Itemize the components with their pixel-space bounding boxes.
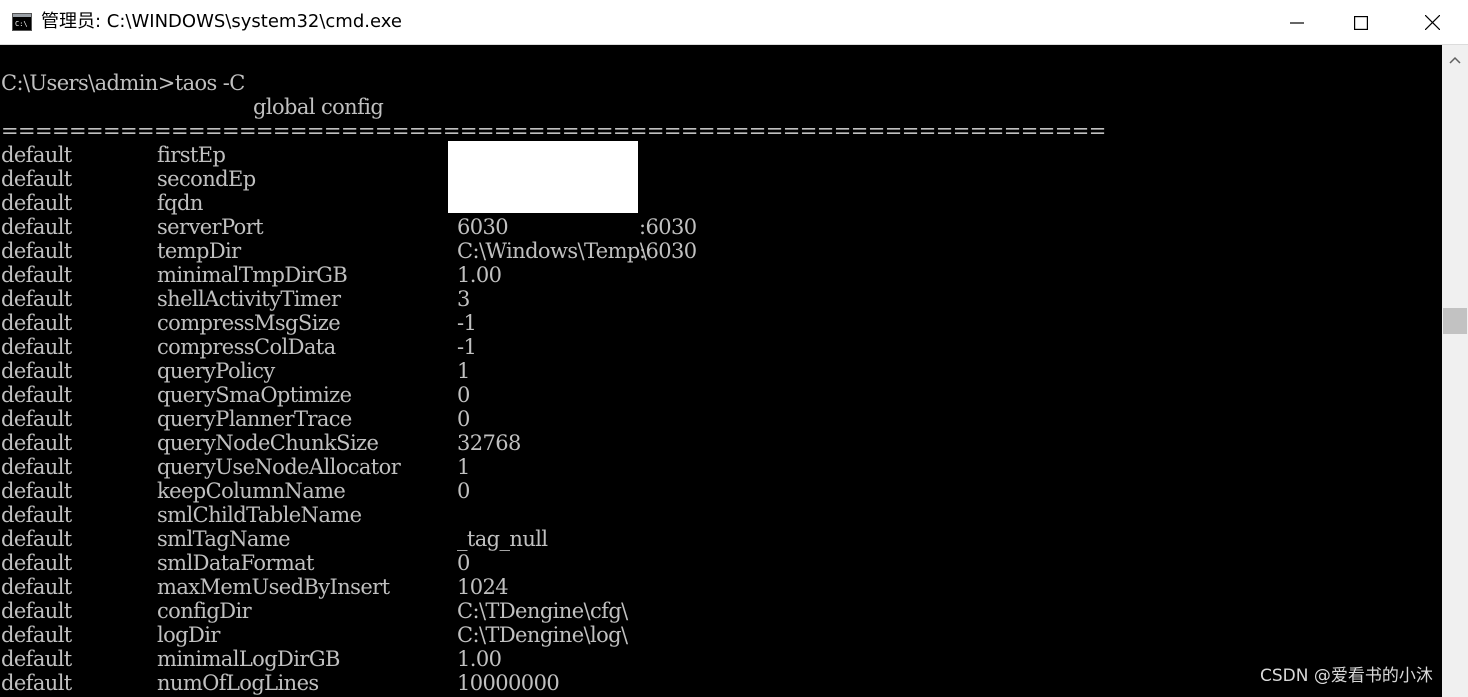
config-name: compressMsgSize [157,311,341,335]
close-icon [1424,15,1440,30]
config-source: default [1,263,72,287]
config-name: smlDataFormat [157,551,315,575]
config-value: 0 [457,479,470,503]
config-value: 10000000 [457,671,560,695]
config-source: default [1,455,72,479]
config-value: 1 [457,359,470,383]
config-value: 1.00 [457,647,502,671]
command-prompt-line: C:\Users\admin>taos -C [1,71,245,95]
window-title: 管理员: C:\WINDOWS\system32\cmd.exe [41,11,402,32]
config-source: default [1,239,72,263]
config-source: default [1,215,72,239]
config-name: smlTagName [157,527,291,551]
config-name: querySmaOptimize [157,383,352,407]
vertical-scrollbar[interactable] [1442,45,1468,697]
config-name: secondEp [157,167,256,191]
cmd-icon: C:\ [12,13,32,31]
config-value: 6030 [457,215,509,239]
config-source: default [1,623,72,647]
svg-text:C:\: C:\ [15,20,28,28]
config-value: 0 [457,551,470,575]
config-name: queryNodeChunkSize [157,431,379,455]
config-value: -1 [457,311,477,335]
scroll-up-button[interactable] [1442,45,1468,75]
scroll-thumb[interactable] [1443,308,1467,334]
config-value: :6030 [639,215,697,239]
config-value: 1024 [457,575,509,599]
config-value: 1.00 [457,263,502,287]
console-output[interactable]: C:\Users\admin>taos -C global config ===… [0,45,1442,697]
config-name: logDir [157,623,220,647]
config-source: default [1,503,72,527]
minimize-icon [1290,16,1304,30]
config-name: shellActivityTimer [157,287,341,311]
config-source: default [1,359,72,383]
config-name: firstEp [157,143,226,167]
config-value: 0 [457,407,470,431]
cmd-window: C:\ 管理员: C:\WINDOWS\system32\cmd.exe C:\… [0,0,1468,697]
maximize-button[interactable] [1326,0,1396,45]
config-name: smlChildTableName [157,503,362,527]
config-name: keepColumnName [157,479,346,503]
config-name: queryPolicy [157,359,275,383]
config-source: default [1,335,72,359]
watermark: CSDN @爱看书的小沐 [1260,666,1433,686]
config-name: compressColData [157,335,336,359]
config-source: default [1,287,72,311]
config-source: default [1,527,72,551]
config-row: default secondEp :6030 [1,167,697,263]
config-source: default [1,407,72,431]
config-source: default [1,191,72,215]
config-source: default [1,479,72,503]
scroll-up-arrow-icon [1449,51,1461,69]
redaction-box [448,141,638,213]
config-value: 32768 [457,431,521,455]
config-name: queryPlannerTrace [157,407,352,431]
config-name: fqdn [157,191,203,215]
config-source: default [1,647,72,671]
config-name: minimalTmpDirGB [157,263,348,287]
config-source: default [1,551,72,575]
config-name: tempDir [157,239,241,263]
config-value: 1 [457,455,470,479]
config-row: default firstEp :6030 [1,143,697,239]
close-button[interactable] [1397,0,1467,45]
config-source: default [1,671,72,695]
config-source: default [1,167,72,191]
config-source: default [1,575,72,599]
maximize-icon [1354,15,1368,30]
config-name: numOfLogLines [157,671,319,695]
config-source: default [1,599,72,623]
config-value: C:\TDengine\log\ [457,623,628,647]
config-name: queryUseNodeAllocator [157,455,401,479]
config-name: maxMemUsedByInsert [157,575,390,599]
config-value: C:\TDengine\cfg\ [457,599,628,623]
config-source: default [1,383,72,407]
config-value: -1 [457,335,477,359]
config-header: global config [253,95,384,119]
config-name: minimalLogDirGB [157,647,340,671]
config-source: default [1,311,72,335]
config-value: 0 [457,383,470,407]
config-name: serverPort [157,215,264,239]
config-source: default [1,143,72,167]
config-value: :6030 [639,239,697,263]
config-value: _tag_null [457,527,548,551]
config-value: C:\Windows\Temp\ [457,239,647,263]
minimize-button[interactable] [1262,0,1332,45]
config-name: configDir [157,599,252,623]
config-value: 3 [457,287,470,311]
separator-line: ========================================… [1,119,1106,143]
title-bar[interactable]: C:\ 管理员: C:\WINDOWS\system32\cmd.exe [0,0,1468,45]
config-source: default [1,431,72,455]
